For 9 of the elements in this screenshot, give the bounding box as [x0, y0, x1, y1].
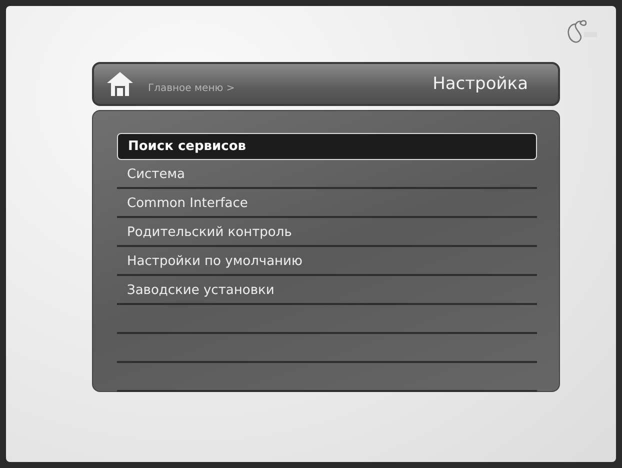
breadcrumb[interactable]: Главное меню >	[148, 82, 235, 94]
home-icon[interactable]	[106, 71, 134, 97]
menu-item[interactable]: Поиск сервисов	[117, 133, 537, 160]
menu-item[interactable]: Настройки по умолчанию	[117, 249, 537, 276]
menu-item[interactable]: Заводские установки	[117, 278, 537, 305]
menu-item[interactable]: Система	[117, 162, 537, 189]
menu-title: Настройка	[432, 74, 528, 94]
menu-item[interactable]: Common Interface	[117, 191, 537, 218]
menu-item[interactable]: Родительский контроль	[117, 220, 537, 247]
